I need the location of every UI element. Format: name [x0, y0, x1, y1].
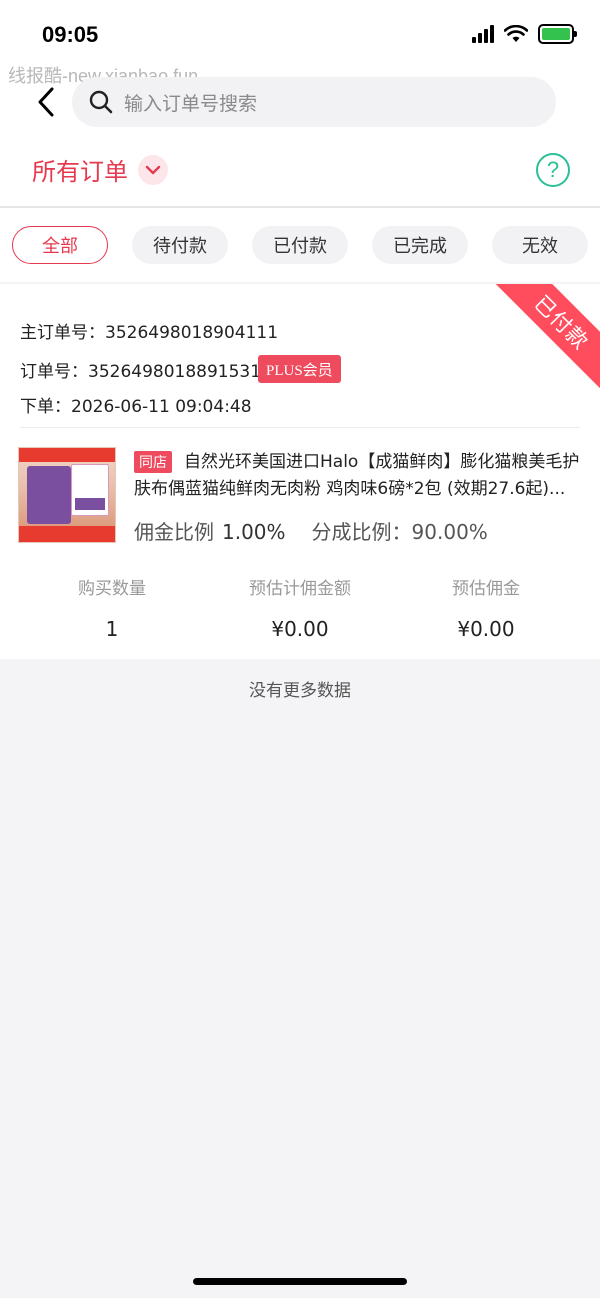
tab-all[interactable]: 全部 — [12, 226, 108, 264]
order-time-value: 2026-06-11 09:04:48 — [71, 397, 252, 417]
tab-invalid[interactable]: 无效 — [492, 226, 588, 264]
no-more-data: 没有更多数据 — [249, 681, 351, 701]
main-order-value: 3526498018904111 — [105, 323, 279, 343]
order-type-dropdown[interactable]: 所有订单 — [32, 152, 168, 187]
tab-pending-payment[interactable]: 待付款 — [132, 226, 228, 264]
status-tabs: 全部 待付款 已付款 已完成 无效 — [0, 208, 600, 282]
product-title[interactable]: 自然光环美国进口Halo【成猫鲜肉】膨化猫粮美毛护肤布偶蓝猫纯鲜肉无肉粉 鸡肉味… — [134, 449, 580, 503]
wifi-icon — [504, 25, 528, 42]
commission-rate: 1.00% — [222, 520, 286, 544]
commission-rates: 佣金比例 1.00% 分成比例：90.00% — [134, 516, 488, 545]
stat-label: 购买数量 — [78, 579, 146, 599]
home-indicator[interactable] — [193, 1278, 407, 1285]
status-time: 09:05 — [42, 22, 99, 47]
share-label: 分成比例： — [311, 520, 412, 544]
status-ribbon: 已付款 — [477, 284, 600, 407]
stat-label: 预估计佣金额 — [249, 579, 351, 599]
commission-label: 佣金比例 — [134, 520, 214, 544]
same-store-tag: 同店 — [134, 451, 172, 473]
product-image[interactable] — [18, 447, 116, 543]
stat-quantity: 购买数量 1 — [12, 574, 212, 641]
battery-icon — [538, 24, 577, 44]
order-value: 3526498018891531 — [88, 362, 262, 382]
page-title: 所有订单 — [32, 158, 128, 186]
share-rate: 90.00% — [411, 520, 488, 544]
back-button[interactable] — [28, 82, 64, 122]
order-number: 订单号：3526498018891531 — [20, 357, 261, 382]
divider — [20, 427, 580, 428]
tab-paid[interactable]: 已付款 — [252, 226, 348, 264]
status-icons — [472, 24, 577, 44]
search-input[interactable]: 输入订单号搜索 — [72, 77, 556, 127]
stat-value: ¥0.00 — [457, 617, 515, 641]
stat-value: ¥0.00 — [271, 617, 329, 641]
stat-label: 预估佣金 — [452, 579, 520, 599]
stat-estimated-commission: 预估佣金 ¥0.00 — [386, 574, 586, 641]
main-order-number: 主订单号：3526498018904111 — [20, 318, 278, 343]
search-placeholder: 输入订单号搜索 — [124, 92, 258, 115]
chevron-down-icon — [138, 154, 168, 185]
question-circle-icon: ? — [546, 157, 560, 182]
stat-commission-base: 预估计佣金额 ¥0.00 — [200, 574, 400, 641]
back-arrow-icon — [38, 87, 54, 117]
order-card[interactable]: 已付款 主订单号：3526498018904111 订单号：3526498018… — [0, 284, 600, 659]
order-label: 订单号： — [20, 362, 88, 382]
order-time-label: 下单： — [20, 397, 71, 417]
signal-icon — [472, 25, 494, 43]
order-time: 下单：2026-06-11 09:04:48 — [20, 392, 252, 417]
plus-member-badge: PLUS会员 — [258, 355, 341, 383]
help-button[interactable]: ? — [536, 153, 570, 187]
tab-completed[interactable]: 已完成 — [372, 226, 468, 264]
order-stats: 购买数量 1 预估计佣金额 ¥0.00 预估佣金 ¥0.00 — [0, 574, 600, 644]
main-order-label: 主订单号： — [20, 323, 105, 343]
stat-value: 1 — [105, 617, 119, 641]
search-icon — [89, 90, 113, 114]
